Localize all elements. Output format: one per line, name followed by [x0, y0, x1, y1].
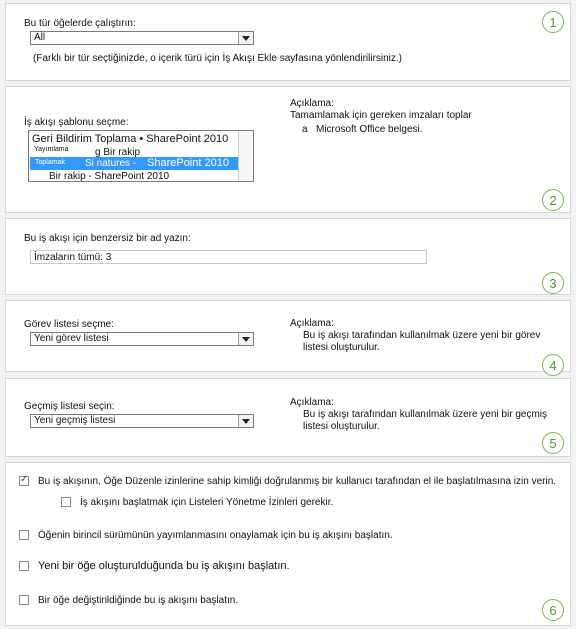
task-list-description-line1: Bu iş akışı tarafından kullanılmak üzere…	[303, 330, 541, 341]
workflow-name-input[interactable]: İmzaların tümü: 3	[30, 250, 427, 264]
start-on-create-label: Yeni bir öğe oluşturulduğunda bu iş akış…	[38, 560, 290, 572]
history-list-description-line1: Bu iş akışı tarafından kullanılmak üzere…	[303, 409, 547, 420]
task-list-select-value: Yeni görev listesi	[34, 333, 109, 344]
start-on-create-checkbox[interactable]	[19, 561, 29, 571]
list-item-geri-bildirim[interactable]: Geri Bildirim Toplama • SharePoint 2010	[32, 133, 228, 145]
list-item-sharepoint[interactable]: SharePoint 2010	[147, 157, 229, 169]
require-manage-lists-checkbox[interactable]	[61, 497, 71, 507]
workflow-template-listbox[interactable]: Geri Bildirim Toplama • SharePoint 2010 …	[28, 130, 254, 182]
approve-major-version-checkbox[interactable]	[19, 530, 29, 540]
list-item-si-natures[interactable]: Si natures -	[85, 158, 136, 169]
chevron-down-icon	[238, 415, 253, 427]
manual-start-label: Bu iş akışının, Öğe Düzenle izinlerine s…	[38, 476, 557, 487]
task-list-select[interactable]: Yeni görev listesi	[30, 332, 254, 346]
content-type-note: (Farklı bir tür seçtiğinizde, o içerik t…	[33, 53, 403, 64]
step-number-6: 6	[542, 599, 564, 621]
task-list-description-title: Açıklama:	[290, 318, 334, 329]
content-type-select-value: All	[34, 32, 46, 43]
template-description-line2: Microsoft Office belgesi.	[316, 124, 423, 135]
template-description-title: Açıklama:	[290, 98, 334, 109]
workflow-name-value: İmzaların tümü: 3	[34, 252, 112, 263]
content-type-select[interactable]: All	[30, 31, 254, 45]
history-list-select-value: Yeni geçmiş listesi	[34, 415, 116, 426]
step-number-4: 4	[542, 354, 564, 376]
template-description-a: a	[302, 124, 308, 135]
content-type-label: Bu tür öğelerde çalıştırın:	[24, 18, 136, 29]
start-on-change-checkbox[interactable]	[19, 595, 29, 605]
step-number-1: 1	[542, 11, 564, 33]
task-list-description-line2: listesi oluşturulur.	[303, 342, 380, 353]
workflow-name-label: Bu iş akışı için benzersiz bir ad yazın:	[24, 233, 191, 244]
history-list-description-line2: listesi oluşturulur.	[303, 421, 380, 432]
workflow-template-label: İş akışı şablonu seçme:	[24, 117, 129, 128]
list-item-bir-rakip-2010[interactable]: Bir rakip - SharePoint 2010	[49, 171, 169, 181]
step-number-5: 5	[542, 432, 564, 454]
step-number-3: 3	[542, 272, 564, 294]
chevron-down-icon	[238, 333, 253, 345]
start-on-change-label: Bir öğe değiştirildiğinde bu iş akışını …	[38, 595, 239, 606]
manual-start-checkbox[interactable]	[19, 474, 29, 486]
step-number-2: 2	[542, 189, 564, 211]
history-list-description-title: Açıklama:	[290, 397, 334, 408]
history-list-label: Geçmiş listesi seçin:	[24, 401, 115, 412]
task-list-label: Görev listesi seçme:	[24, 319, 115, 330]
list-item-bir-rakip[interactable]: g Bir rakip	[95, 147, 140, 158]
approve-major-version-label: Öğenin birincil sürümünün yayımlanmasını…	[38, 530, 393, 541]
template-description-line1: Tamamlamak için gereken imzaları toplar	[290, 110, 472, 121]
require-manage-lists-label: İş akışını başlatmak için Listeleri Yöne…	[80, 497, 334, 508]
history-list-select[interactable]: Yeni geçmiş listesi	[30, 414, 254, 428]
chevron-down-icon	[238, 32, 253, 44]
list-item-yayimlama[interactable]: Yayımlama	[34, 146, 69, 153]
list-item-toplamak[interactable]: Toplamak	[35, 159, 65, 166]
listbox-scrollbar[interactable]	[238, 131, 253, 181]
